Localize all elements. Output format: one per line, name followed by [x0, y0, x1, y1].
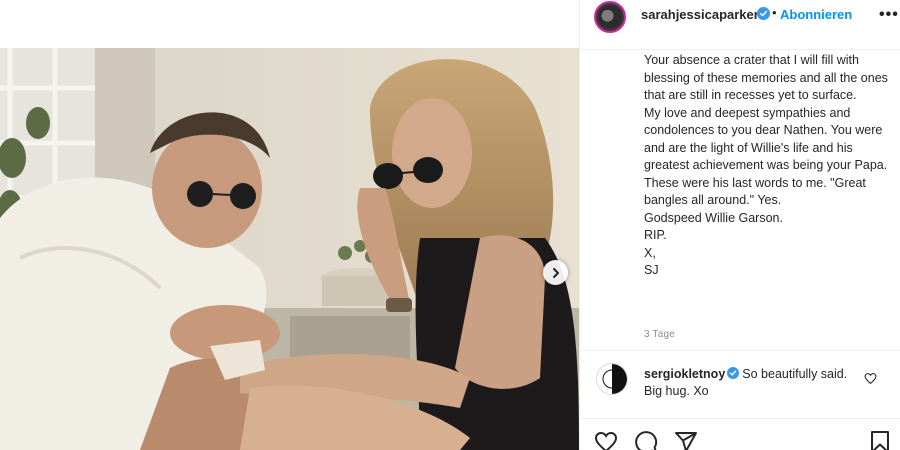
bookmark-icon[interactable] — [868, 430, 892, 450]
post-caption: Your absence a crater that I will fill w… — [644, 52, 889, 280]
follow-button[interactable]: Abonnieren — [780, 7, 852, 22]
commenter-avatar[interactable] — [596, 363, 628, 395]
more-options-icon[interactable]: ••• — [879, 6, 899, 24]
caption-line: Your absence a crater that I will fill w… — [644, 53, 888, 102]
header-separator: • — [772, 5, 777, 20]
verified-badge-icon — [757, 7, 770, 20]
caption-line: Godspeed Willie Garson. — [644, 210, 783, 225]
chevron-right-icon — [552, 267, 559, 278]
caption-line: RIP. — [644, 228, 667, 242]
divider — [580, 350, 900, 351]
verified-badge-icon — [727, 367, 740, 379]
avatar[interactable] — [594, 1, 626, 33]
comment-item: sergiokletnoy So beautifully said. Big hu… — [644, 366, 859, 400]
commenter-username[interactable]: sergiokletnoy — [644, 367, 725, 381]
heart-icon[interactable] — [864, 372, 877, 385]
post-timestamp[interactable]: 3 Tage — [644, 329, 675, 340]
post-side-panel: sarahjessicaparker • Abonnieren ••• Your… — [579, 0, 900, 450]
caption-line: X, — [644, 245, 656, 260]
post-media-area — [0, 0, 579, 450]
comment-icon[interactable] — [634, 430, 658, 450]
caption-line: These were his last words to me. "Great … — [644, 175, 866, 208]
divider — [580, 418, 900, 419]
share-icon[interactable] — [674, 430, 698, 450]
post-header: sarahjessicaparker • Abonnieren ••• — [580, 0, 900, 50]
username-link[interactable]: sarahjessicaparker — [641, 7, 759, 22]
post-photo[interactable] — [0, 48, 579, 450]
next-photo-button[interactable] — [543, 260, 568, 285]
caption-line: SJ — [644, 263, 659, 277]
caption-line: My love and deepest sympathies and condo… — [644, 105, 888, 173]
heart-icon[interactable] — [594, 430, 618, 450]
